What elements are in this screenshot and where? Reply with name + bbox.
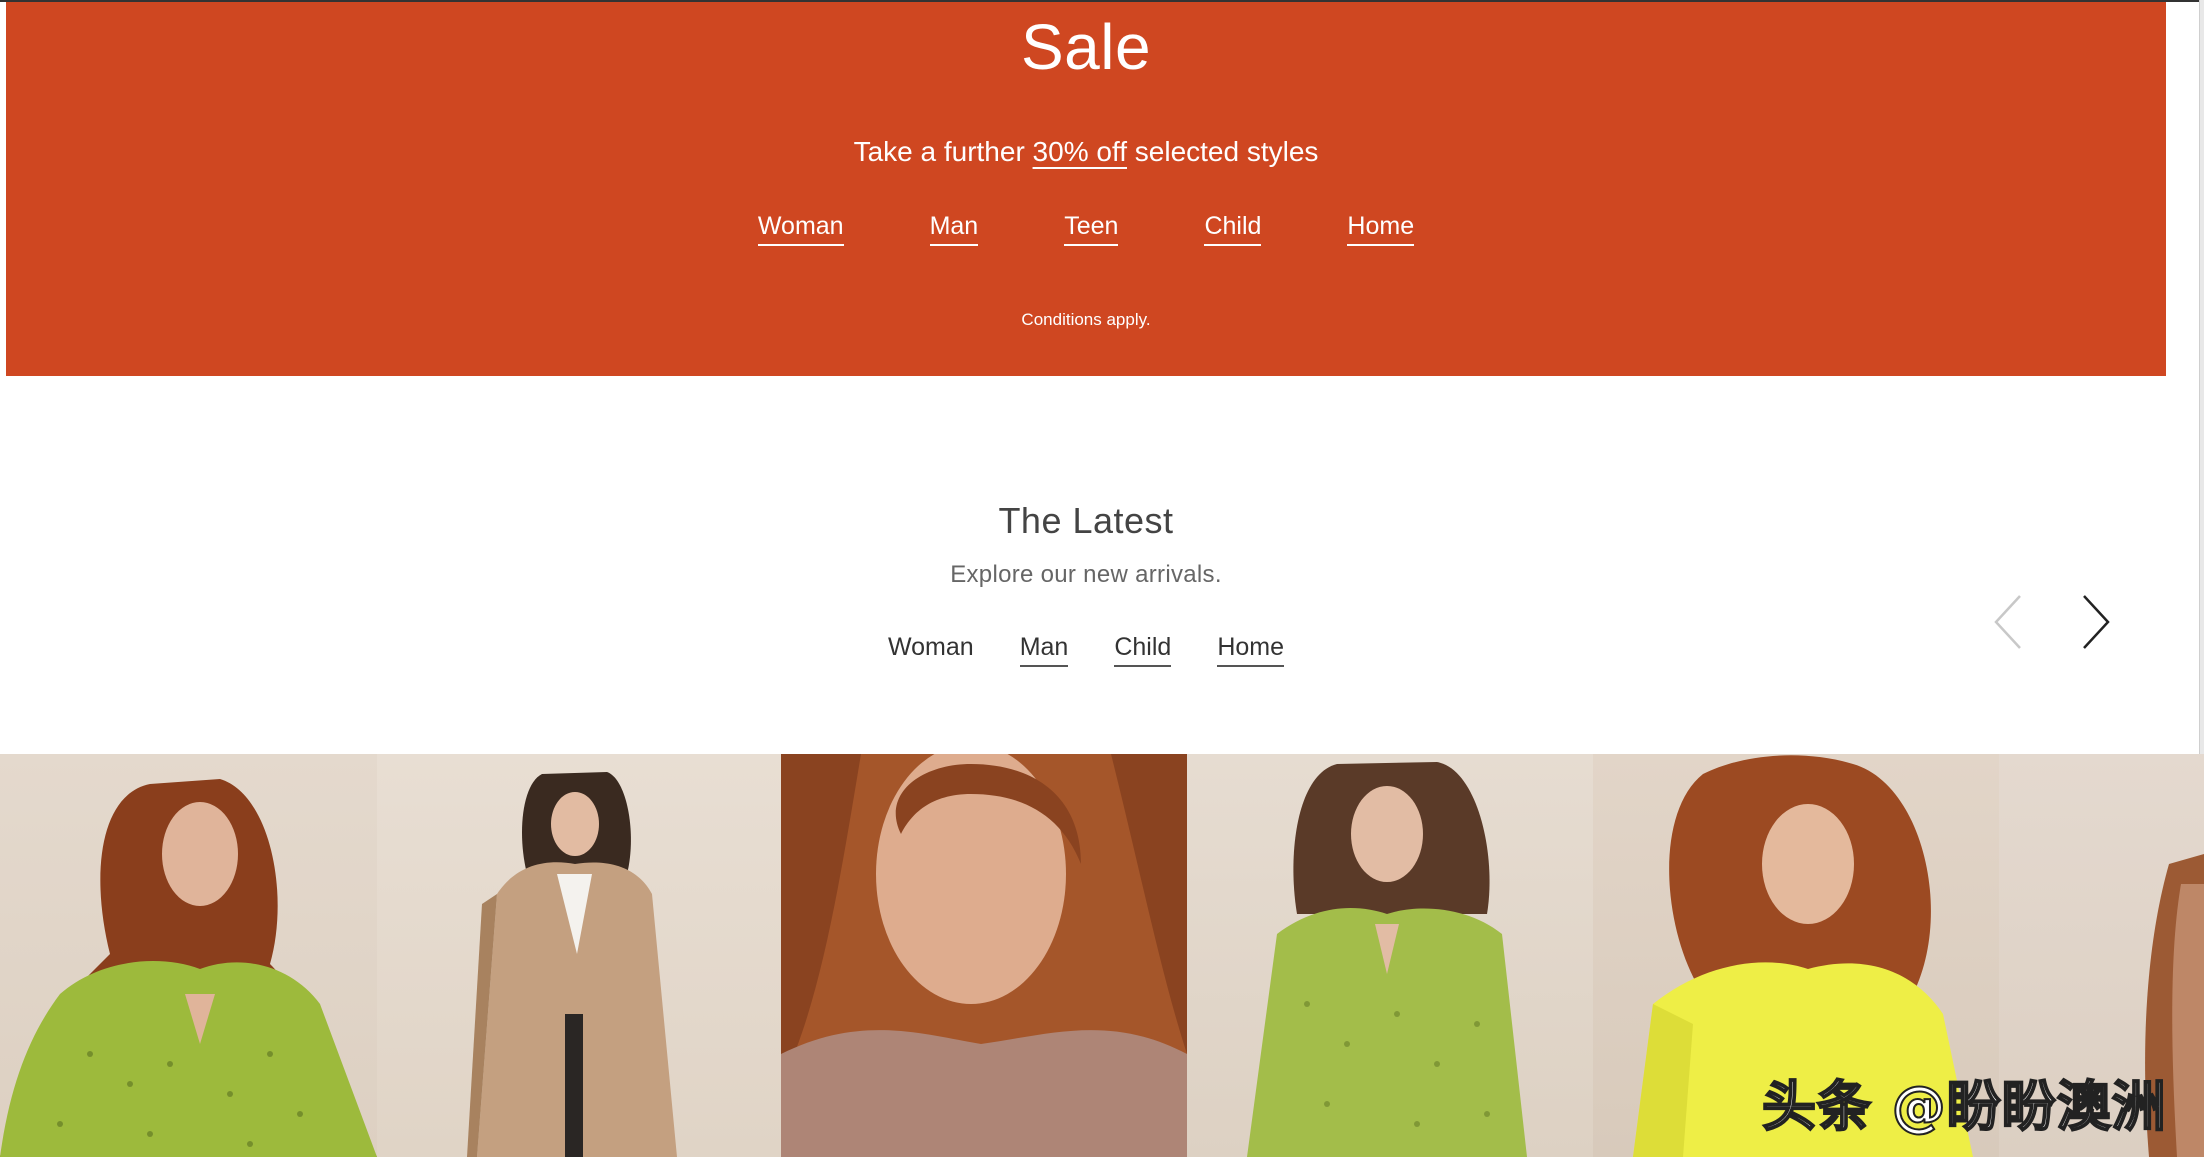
sale-link-child[interactable]: Child [1204, 212, 1262, 246]
promo-prefix: Take a further [853, 136, 1033, 167]
watermark-text: 头条 @盼盼澳洲 [1761, 1074, 2167, 1139]
sale-title: Sale [1020, 11, 1152, 83]
product-image-green-dress [1247, 762, 1527, 1157]
chevron-right-icon [2083, 595, 2110, 649]
sale-link-man[interactable]: Man [929, 212, 979, 246]
product-image-green-blouse [0, 779, 377, 1157]
product-card[interactable] [377, 754, 781, 1157]
sale-link-home[interactable]: Home [1347, 212, 1415, 246]
latest-section-subtitle: Explore our new arrivals. [950, 561, 1222, 588]
sale-link-woman[interactable]: Woman [757, 212, 844, 246]
product-image-camel-coat [467, 772, 677, 1157]
sale-conditions-text: Conditions apply. [1021, 310, 1151, 329]
carousel-next-button[interactable] [2074, 592, 2122, 652]
sale-banner: Sale Take a further 30% off selected sty… [6, 2, 2166, 376]
sale-category-links: Woman Man Teen Child Home [6, 212, 2166, 246]
latest-tab-child[interactable]: Child [1114, 633, 1172, 667]
latest-section-title: The Latest [998, 500, 1174, 541]
product-carousel: 头条 @盼盼澳洲 [0, 754, 2204, 1157]
latest-tab-man[interactable]: Man [1019, 633, 1069, 667]
product-card[interactable] [781, 754, 1187, 1157]
promo-suffix: selected styles [1127, 136, 1319, 167]
product-card[interactable] [1187, 754, 1593, 1157]
product-image-mocha-knit [781, 754, 1187, 1157]
latest-tab-home[interactable]: Home [1217, 633, 1284, 667]
sale-link-teen[interactable]: Teen [1064, 212, 1119, 246]
carousel-prev-button[interactable] [1982, 592, 2030, 652]
chevron-left-icon [1994, 595, 2021, 649]
latest-tab-woman[interactable]: Woman [888, 633, 974, 667]
latest-category-tabs: Woman Man Child Home [0, 633, 2172, 667]
sale-promo-text: Take a further 30% off selected styles [6, 136, 2166, 168]
product-card[interactable] [0, 754, 377, 1157]
promo-discount-link[interactable]: 30% off [1033, 136, 1127, 167]
